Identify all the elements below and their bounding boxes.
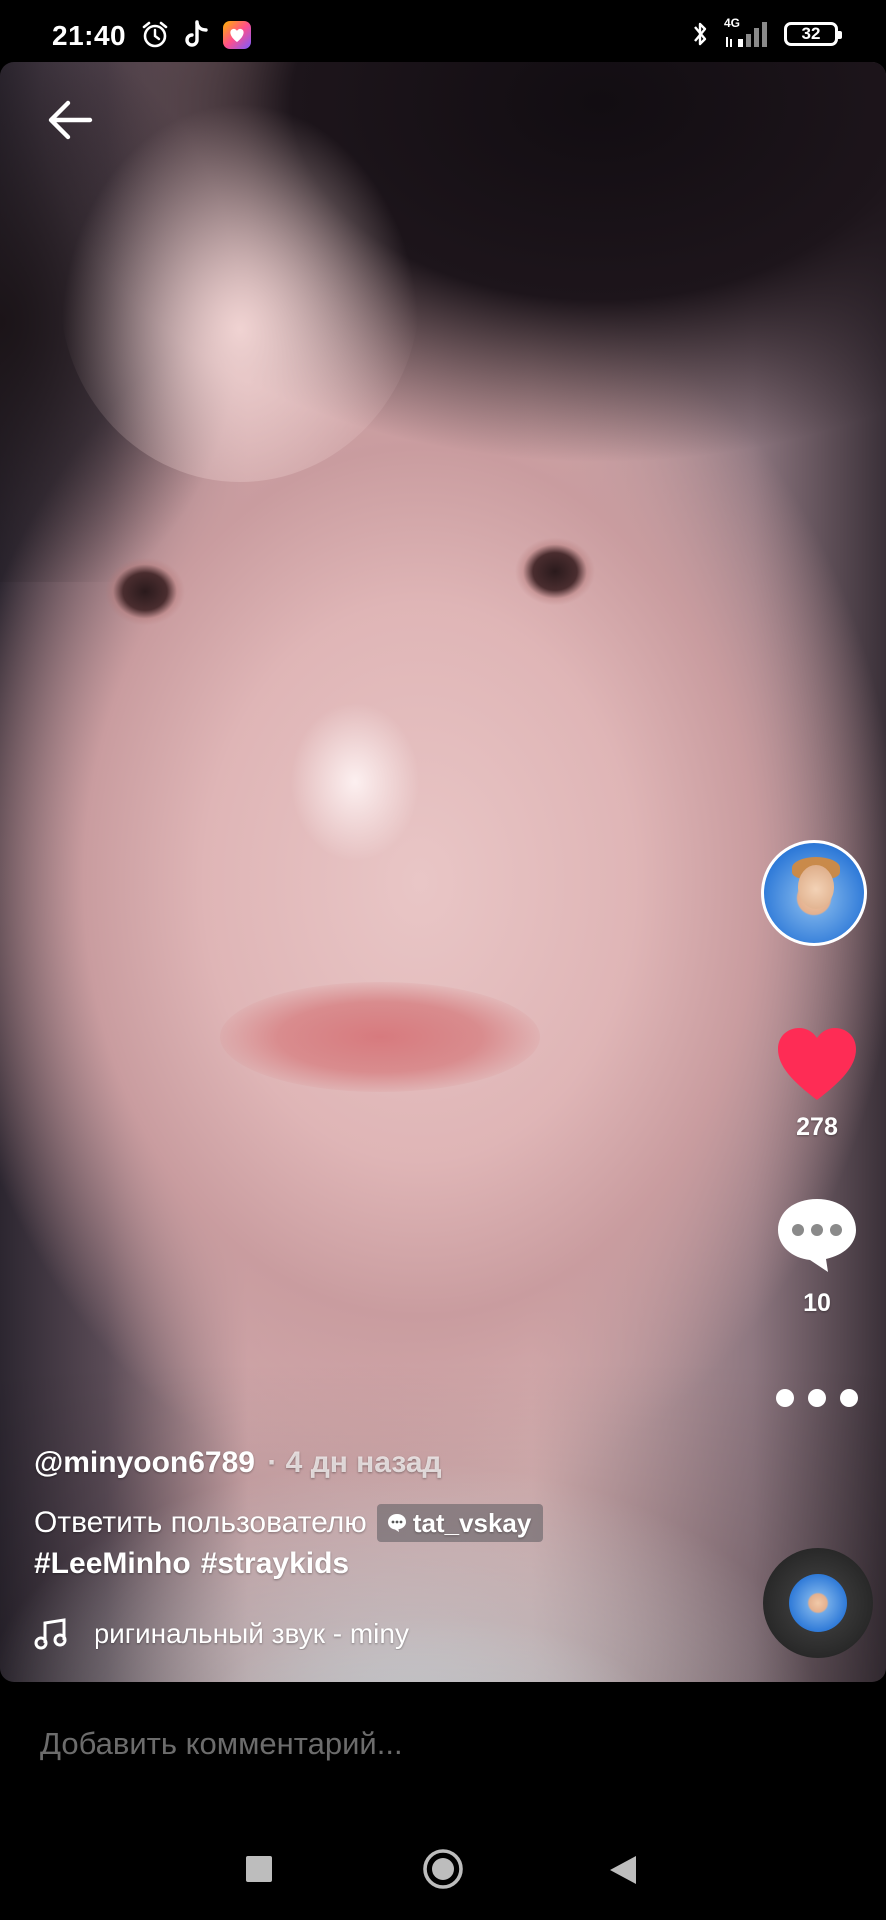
chat-bubble-icon	[387, 1514, 406, 1532]
back-button[interactable]	[44, 94, 96, 146]
mention-chip[interactable]: tat_vskay	[376, 1504, 544, 1542]
avatar-face	[798, 865, 834, 909]
system-back-button[interactable]	[608, 1854, 638, 1886]
square-icon	[246, 1856, 272, 1882]
comment-bar: Добавить комментарий...	[0, 1682, 886, 1812]
video-nose	[290, 702, 420, 862]
music-title-text: оригинальный звук - miny	[96, 1618, 409, 1649]
hashtags: #LeeMinho #straykids	[34, 1547, 359, 1581]
gallery-app-icon	[223, 21, 251, 49]
music-disc[interactable]	[763, 1548, 873, 1658]
status-bar: 21:40 4G 32	[0, 0, 886, 62]
battery-icon: 32	[784, 22, 842, 46]
bluetooth-icon	[694, 22, 707, 46]
author-row: @minyoon6789 · 4 дн назад	[34, 1446, 442, 1480]
author-handle[interactable]: @minyoon6789	[34, 1446, 255, 1479]
signal-icon: 4G	[724, 17, 770, 49]
comment-input[interactable]: Добавить комментарий...	[40, 1726, 403, 1762]
more-button[interactable]	[776, 1380, 858, 1416]
video-player[interactable]	[0, 62, 886, 1682]
avatar[interactable]	[761, 840, 867, 946]
more-dots-icon	[840, 1389, 858, 1407]
comment-button[interactable]	[776, 1196, 858, 1274]
mention-username: tat_vskay	[412, 1507, 532, 1538]
hashtag-link[interactable]: #LeeMinho	[34, 1547, 191, 1580]
comment-bubble-icon	[778, 1199, 856, 1272]
post-age: · 4 дн назад	[267, 1446, 442, 1479]
like-button[interactable]	[776, 1026, 858, 1102]
recents-button[interactable]	[246, 1856, 272, 1882]
music-disc-art	[789, 1574, 847, 1632]
navigation-bar	[0, 1812, 886, 1920]
reply-text: Ответить пользователю	[34, 1506, 367, 1539]
video-eye-left	[50, 542, 240, 632]
video-forehead	[60, 102, 420, 482]
triangle-back-icon	[610, 1856, 636, 1884]
tiktok-icon	[185, 20, 208, 47]
arrow-left-icon	[48, 100, 93, 140]
heart-icon	[778, 1028, 856, 1100]
battery-level: 32	[801, 24, 821, 43]
home-button[interactable]	[422, 1848, 464, 1890]
video-eye-right	[460, 522, 650, 612]
music-title: оригинальный звук - miny	[96, 1618, 436, 1650]
status-right: 4G 32	[690, 17, 842, 50]
music-row[interactable]: оригинальный звук - miny	[34, 1614, 436, 1654]
video-lips	[220, 982, 540, 1092]
hashtag-link[interactable]: #straykids	[201, 1547, 349, 1580]
circle-icon	[423, 1849, 463, 1889]
music-note-icon	[34, 1618, 67, 1650]
more-dots-icon	[808, 1389, 826, 1407]
more-dots-icon	[776, 1389, 794, 1407]
alarm-icon	[142, 21, 168, 48]
like-count: 278	[796, 1113, 838, 1141]
status-time: 21:40	[52, 20, 127, 51]
comment-count: 10	[803, 1289, 831, 1317]
reply-row: Ответить пользователю tat_vskay	[34, 1504, 544, 1542]
